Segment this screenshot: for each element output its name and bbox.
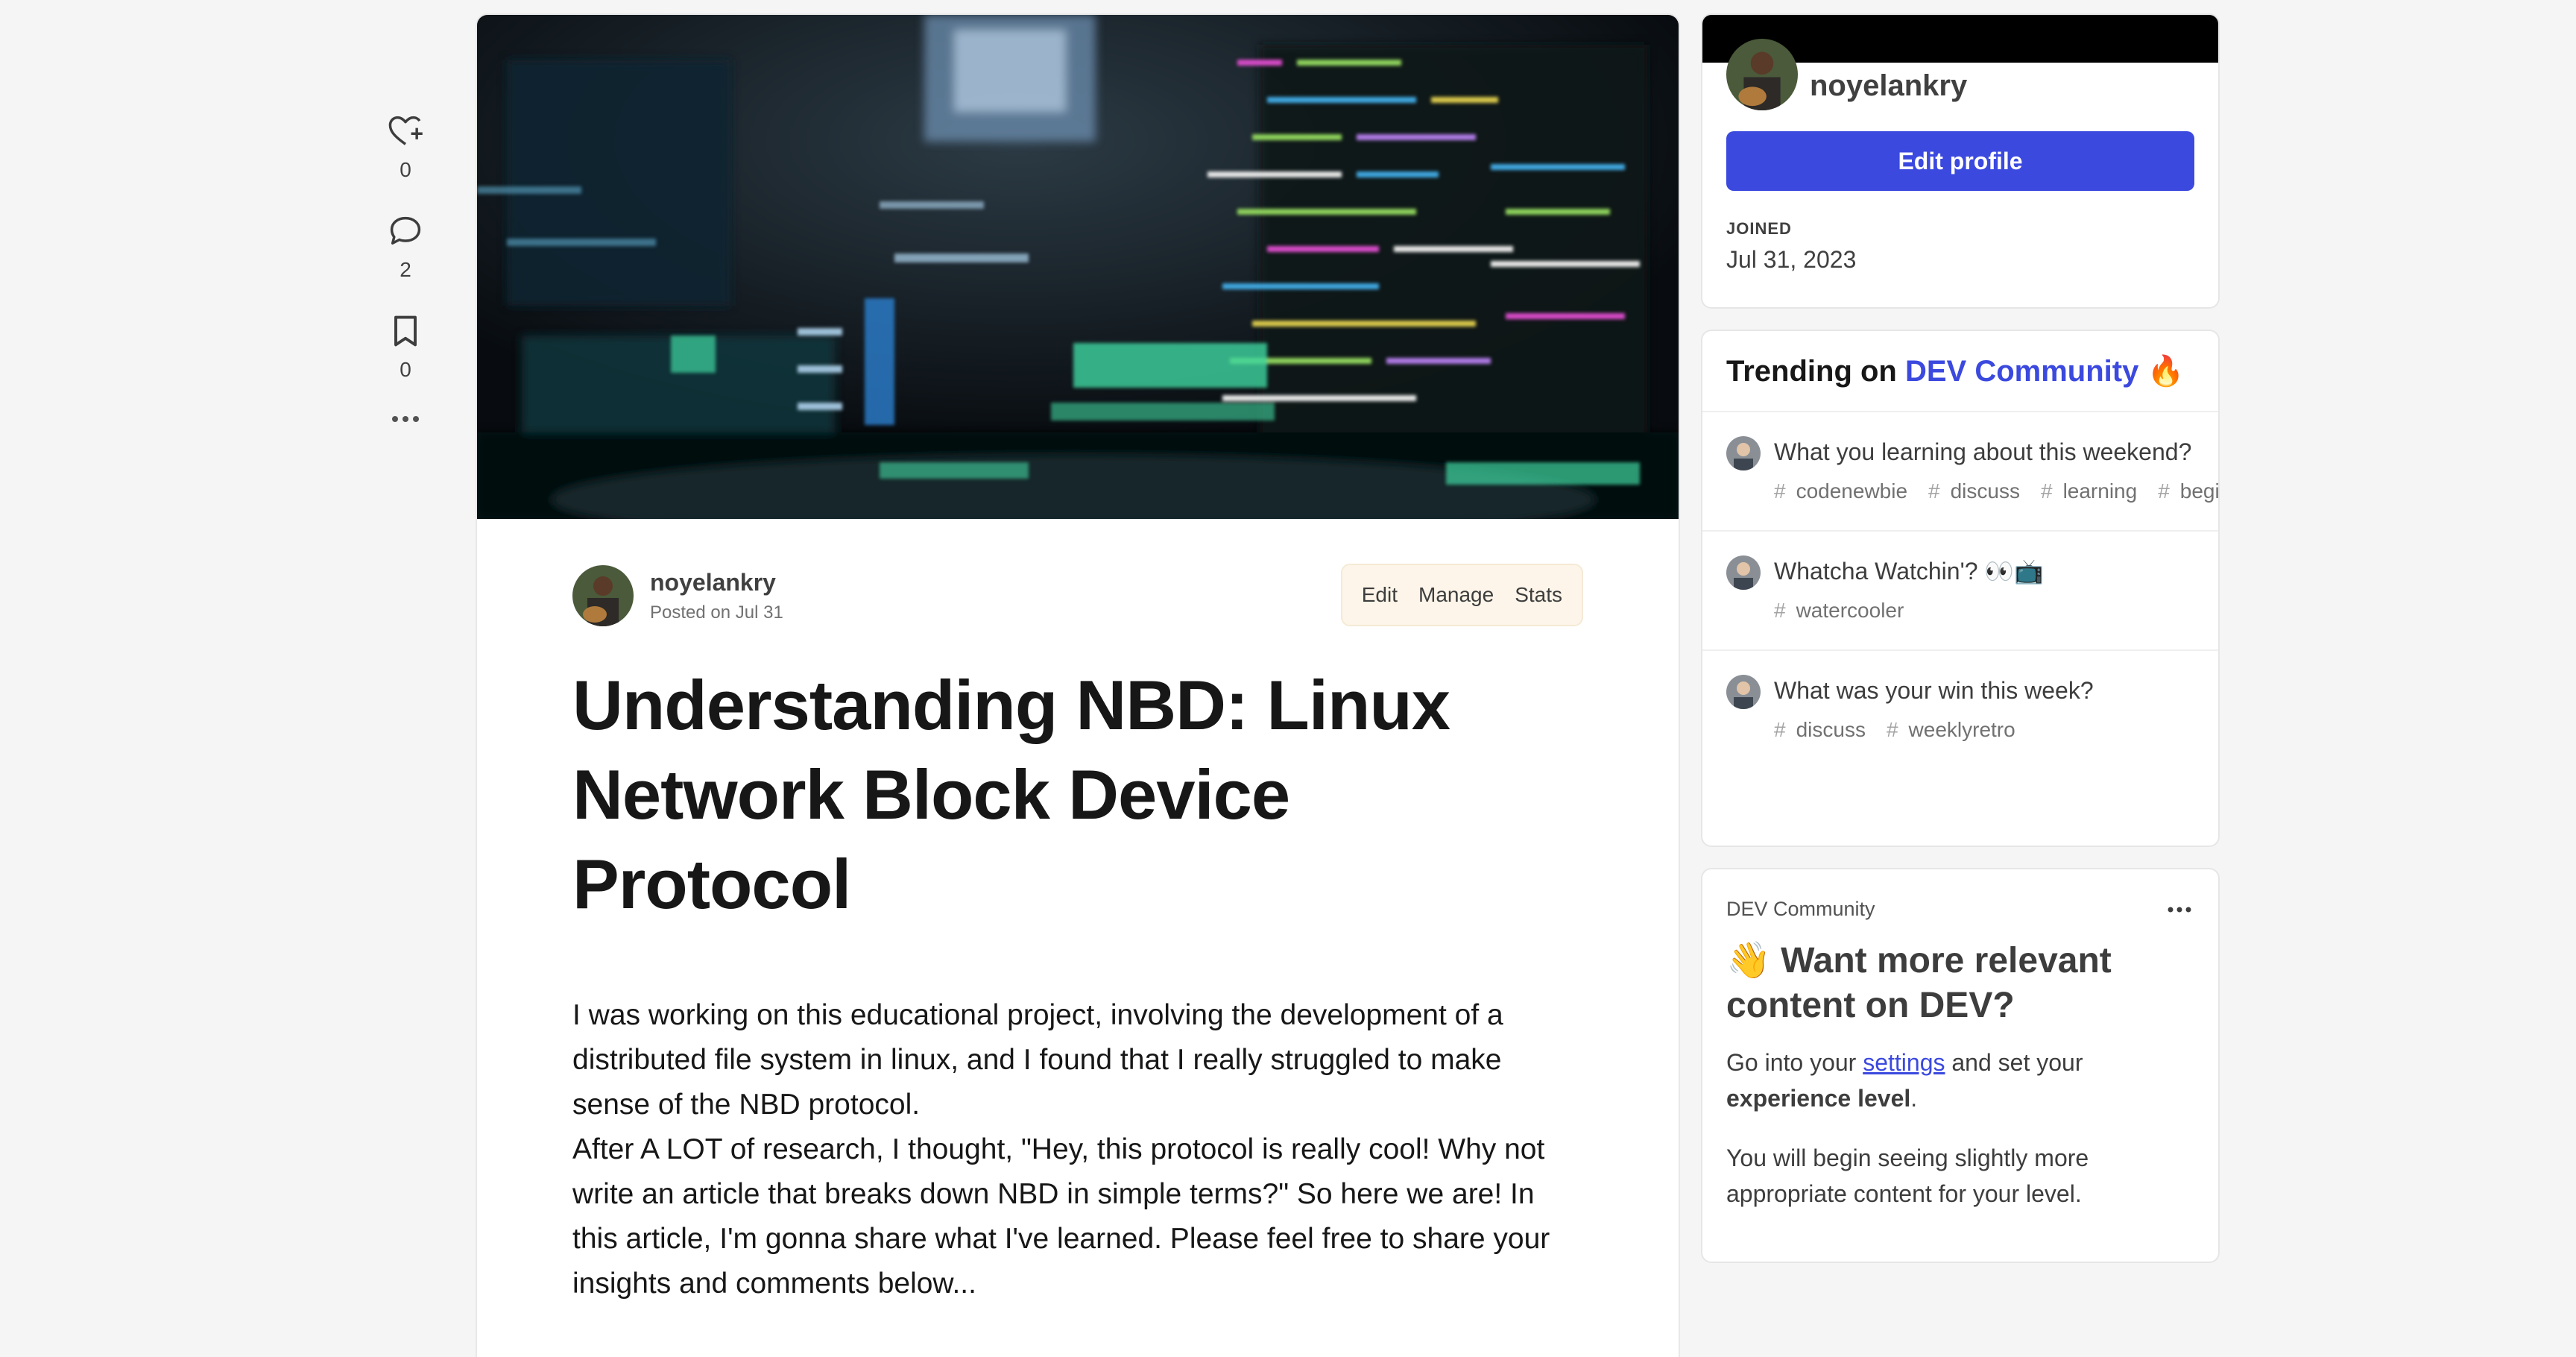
- tag-label: watercooler: [1796, 599, 1904, 622]
- trending-author-avatar[interactable]: [1726, 675, 1761, 709]
- trending-title[interactable]: What was your win this week?: [1774, 673, 2094, 708]
- trending-title[interactable]: What you learning about this weekend?: [1774, 435, 2218, 469]
- tag-link[interactable]: # codenewbie: [1774, 479, 1918, 503]
- joined-label: JOINED: [1726, 219, 1792, 238]
- tag-link[interactable]: # beginners: [2158, 479, 2218, 503]
- promo-card: DEV Community 👋 Want more relevant conte…: [1702, 869, 2218, 1262]
- heart-plus-icon: [388, 116, 423, 145]
- article-content: I was working on this educational projec…: [572, 993, 1583, 1306]
- manage-button[interactable]: Manage: [1408, 583, 1504, 607]
- tag-link[interactable]: # discuss: [1928, 479, 2030, 503]
- promo-title: 👋 Want more relevant content on DEV?: [1726, 941, 2112, 1025]
- hash-icon: #: [1928, 479, 1940, 503]
- tag-label: beginners: [2179, 479, 2218, 503]
- author-row: noyelankry Posted on Jul 31 Edit Manage …: [572, 564, 1583, 626]
- hash-icon: #: [1774, 718, 1786, 741]
- trending-brand-link[interactable]: DEV Community: [1905, 355, 2138, 388]
- stats-button[interactable]: Stats: [1504, 583, 1573, 607]
- post-date: Posted on Jul 31: [650, 602, 783, 623]
- hash-icon: #: [1886, 718, 1898, 741]
- edit-profile-button[interactable]: Edit profile: [1726, 131, 2194, 191]
- profile-avatar[interactable]: [1726, 39, 1798, 110]
- trending-item[interactable]: Whatcha Watchin'? 👀📺 # watercooler: [1702, 532, 2218, 651]
- author-name[interactable]: noyelankry: [650, 569, 783, 596]
- more-options-icon[interactable]: [2165, 904, 2194, 915]
- bookmark-button[interactable]: 0: [362, 312, 449, 382]
- article-title: Understanding NBD: Linux Network Block D…: [572, 666, 1450, 923]
- comments-button[interactable]: 2: [362, 212, 449, 282]
- tag-label: codenewbie: [1796, 479, 1908, 503]
- reactions-count: 0: [400, 158, 411, 181]
- trending-tags: # discuss # weeklyretro: [1774, 714, 2094, 746]
- tag-label: discuss: [1796, 718, 1866, 741]
- bookmark-icon: [394, 315, 417, 347]
- hash-icon: #: [2040, 479, 2053, 503]
- article-card: noyelankry Posted on Jul 31 Edit Manage …: [477, 15, 1679, 1357]
- author-avatar[interactable]: [572, 565, 634, 626]
- promo-text: Go into your settings and set your exper…: [1702, 1028, 2218, 1116]
- trending-item[interactable]: What you learning about this weekend? # co…: [1702, 412, 2218, 532]
- promo-text-end: .: [1910, 1085, 1918, 1112]
- article-paragraph: I was working on this educational projec…: [572, 999, 1503, 1121]
- comment-icon: [390, 216, 421, 245]
- ellipsis-icon: [392, 416, 419, 422]
- promo-source: DEV Community: [1726, 898, 1875, 920]
- trending-prefix: Trending on: [1726, 355, 1905, 388]
- author-actions: Edit Manage Stats: [1340, 564, 1583, 626]
- article-paragraph: After A LOT of research, I thought, "Hey…: [572, 1133, 1550, 1300]
- promo-text-middle: and set your: [1945, 1049, 2083, 1076]
- trending-item[interactable]: What was your win this week? # discuss # wee…: [1702, 651, 2218, 769]
- trending-heading: Trending on DEV Community 🔥: [1702, 331, 2218, 412]
- like-button[interactable]: 0: [362, 112, 449, 182]
- joined-date: Jul 31, 2023: [1726, 246, 1857, 273]
- tag-label: weeklyretro: [1908, 718, 2015, 741]
- promo-text-start: Go into your: [1726, 1049, 1863, 1076]
- tag-link[interactable]: # discuss: [1774, 718, 1876, 741]
- comments-count: 2: [400, 258, 411, 281]
- tag-link[interactable]: # learning: [2041, 479, 2147, 503]
- cover-image: [477, 15, 1679, 519]
- profile-card: noyelankry Edit profile JOINED Jul 31, 2…: [1702, 15, 2218, 307]
- trending-card: Trending on DEV Community 🔥 What you lea…: [1702, 331, 2218, 846]
- tag-label: learning: [2062, 479, 2138, 503]
- promo-text-secondary: You will begin seeing slightly more appr…: [1726, 1145, 2089, 1207]
- trending-tags: # codenewbie # discuss # learning # beginners: [1774, 475, 2218, 508]
- hash-icon: #: [1774, 599, 1786, 622]
- settings-link[interactable]: settings: [1863, 1049, 1945, 1076]
- bookmarks-count: 0: [400, 358, 411, 381]
- edit-button[interactable]: Edit: [1351, 583, 1408, 607]
- tag-link[interactable]: # watercooler: [1774, 599, 1914, 622]
- profile-name[interactable]: noyelankry: [1810, 69, 1967, 103]
- tag-link[interactable]: # weeklyretro: [1887, 718, 2026, 741]
- trending-list: What you learning about this weekend? # co…: [1702, 412, 2218, 769]
- trending-tags: # watercooler: [1774, 594, 2044, 627]
- reaction-rail: 0 2 0: [362, 112, 449, 426]
- experience-level-text: experience level: [1726, 1085, 1911, 1112]
- hash-icon: #: [2158, 479, 2170, 503]
- hash-icon: #: [1774, 479, 1786, 503]
- trending-author-avatar[interactable]: [1726, 436, 1761, 470]
- tag-label: discuss: [1950, 479, 2020, 503]
- trending-author-avatar[interactable]: [1726, 555, 1761, 590]
- trending-title[interactable]: Whatcha Watchin'? 👀📺: [1774, 554, 2044, 588]
- more-options-button[interactable]: [362, 412, 449, 426]
- fire-icon: 🔥: [2147, 355, 2185, 388]
